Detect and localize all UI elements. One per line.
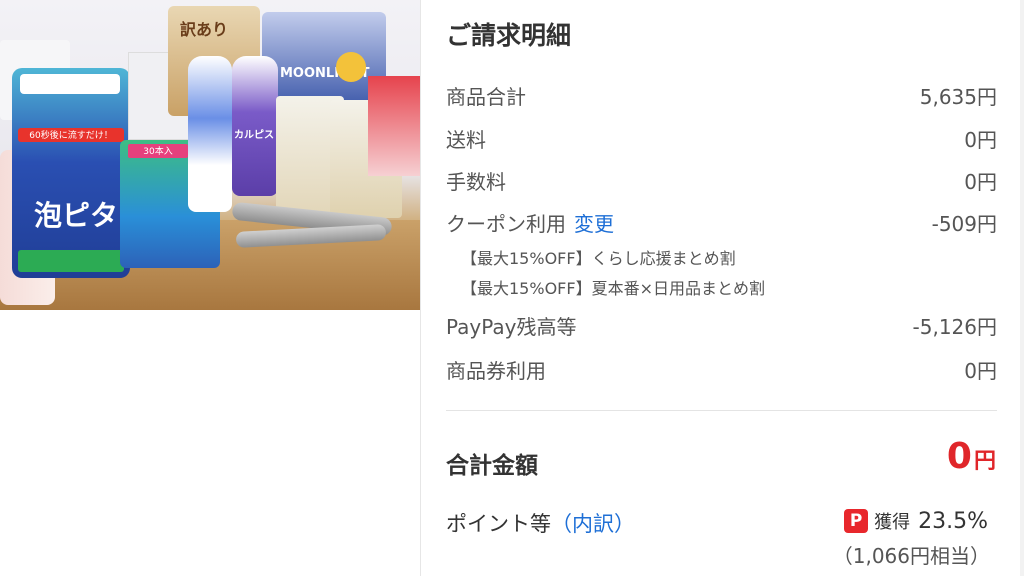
toilet-cleaner-text: 泡ピタ [34, 199, 119, 232]
row-gift-voucher: 商品券利用 0円 [446, 354, 997, 384]
points-label-group: ポイント等（内訳） [446, 508, 635, 538]
row-fee: 手数料 0円 [446, 165, 997, 195]
gift-voucher-label: 商品券利用 [446, 358, 546, 383]
points-paren-close: ） [614, 512, 635, 536]
row-coupon: クーポン利用 変更 -509円 [446, 207, 997, 237]
toilet-cleaner-bag: 泡ピタ 60秒後に流すだけ！ [12, 68, 130, 278]
snack-text-1: 訳あり [180, 20, 229, 39]
billing-title: ご請求明細 [446, 21, 572, 50]
points-earned: P 獲得 23.5% [844, 508, 988, 534]
product-photo: 泡ピタ 60秒後に流すだけ！ 30本入 訳あり MOONLIGHT カルピス [0, 0, 420, 310]
row-paypay: PayPay残高等 -5,126円 [446, 310, 997, 340]
paypay-value: -5,126円 [912, 314, 997, 339]
coupon-change-link[interactable]: 変更 [574, 212, 614, 236]
shipping-label: 送料 [446, 127, 486, 152]
red-box [368, 76, 420, 176]
earn-label: 獲得 [874, 512, 911, 533]
paypay-icon: P [844, 509, 869, 533]
floss-label: 30本入 [128, 144, 188, 158]
points-breakdown-link[interactable]: 内訳 [572, 512, 614, 536]
row-shipping: 送料 0円 [446, 123, 997, 153]
total-number: 0 [946, 436, 972, 477]
cleaner-tag: 60秒後に流すだけ！ [18, 128, 124, 142]
coupon-label-group: クーポン利用 変更 [446, 208, 614, 237]
billing-panel: ご請求明細 商品合計 5,635円 送料 0円 手数料 0円 クーポン利用 変更 … [421, 0, 1020, 576]
coupon-item: 【最大15%OFF】くらし応援まとめ割 [461, 249, 736, 268]
drink-bottle: カルピス [232, 56, 278, 196]
points-paren-open: （ [551, 512, 572, 536]
paypay-label: PayPay残高等 [446, 314, 577, 339]
points-label: ポイント等 [446, 512, 551, 536]
gift-voucher-value: 0円 [964, 358, 997, 383]
drink-text: カルピス [234, 130, 274, 141]
shipping-value: 0円 [964, 127, 997, 152]
bottle-1 [188, 56, 232, 212]
row-subtotal: 商品合計 5,635円 [446, 80, 997, 110]
total-amount: 0円 [947, 436, 996, 477]
coupon-item: 【最大15%OFF】夏本番×日用品まとめ割 [461, 279, 765, 298]
subtotal-label: 商品合計 [446, 84, 526, 109]
fee-label: 手数料 [446, 169, 506, 194]
right-edge [1020, 0, 1024, 576]
earn-rate: 23.5% [918, 508, 988, 534]
fee-value: 0円 [964, 169, 997, 194]
total-label: 合計金額 [446, 453, 538, 479]
coupon-label: クーポン利用 [446, 211, 566, 236]
section-divider [446, 410, 997, 411]
subtotal-value: 5,635円 [919, 84, 997, 109]
coupon-value: -509円 [931, 211, 997, 236]
empty-area [0, 310, 420, 576]
total-unit: 円 [973, 449, 996, 474]
points-equivalent: （1,066円相当） [832, 544, 990, 568]
